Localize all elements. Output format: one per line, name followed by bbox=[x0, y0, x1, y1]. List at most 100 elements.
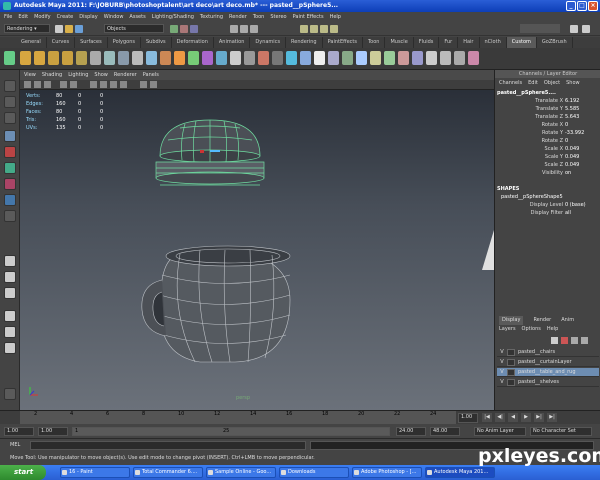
playback-end-field[interactable]: 24.00 bbox=[396, 427, 426, 436]
layout-hypershade-icon[interactable] bbox=[4, 342, 16, 354]
range-bar[interactable]: 1 25 bbox=[72, 427, 390, 436]
end-time-field[interactable]: 48.00 bbox=[430, 427, 460, 436]
attribute-value[interactable]: 0.049 bbox=[565, 162, 599, 169]
shelf-tab[interactable]: Hair bbox=[458, 37, 480, 48]
shelf-tool-icon-29[interactable] bbox=[412, 51, 423, 65]
toolbox-collapse-icon[interactable] bbox=[4, 388, 16, 400]
menu-item[interactable]: Modify bbox=[34, 12, 51, 22]
shelf-tool-icon-17[interactable] bbox=[244, 51, 255, 65]
shelf-tool-icon-18[interactable] bbox=[258, 51, 269, 65]
channel-attribute-row[interactable]: Visibility on bbox=[495, 170, 599, 177]
shelf-tool-icon-15[interactable] bbox=[216, 51, 227, 65]
layer-tab[interactable]: Render bbox=[533, 316, 551, 325]
shelf-tool-icon-8[interactable] bbox=[118, 51, 129, 65]
shelf-tool-icon-12[interactable] bbox=[174, 51, 185, 65]
menu-item[interactable]: Create bbox=[57, 12, 74, 22]
channel-attribute-row[interactable]: Translate X 6.192 bbox=[495, 98, 599, 105]
soft-mod-icon[interactable] bbox=[4, 194, 16, 206]
shape-node-name[interactable]: pasted__pSphereShape5 bbox=[501, 194, 563, 200]
channel-box-icon[interactable] bbox=[582, 25, 590, 33]
shelf-tool-icon-3[interactable] bbox=[48, 51, 59, 65]
menu-item[interactable]: Paint Effects bbox=[293, 12, 324, 22]
mel-label[interactable]: MEL bbox=[10, 442, 20, 448]
shelf-tool-icon-20[interactable] bbox=[286, 51, 297, 65]
scale-tool-icon[interactable] bbox=[4, 162, 16, 174]
channel-attribute-row[interactable]: Translate Z 5.643 bbox=[495, 114, 599, 121]
attribute-editor-icon[interactable] bbox=[570, 25, 578, 33]
layer-row[interactable]: Vpasted__chairs bbox=[497, 348, 599, 357]
layout-two-icon[interactable] bbox=[4, 287, 16, 299]
render-current-icon[interactable] bbox=[310, 25, 318, 33]
layer-color-swatch[interactable] bbox=[507, 349, 515, 356]
show-manip-icon[interactable] bbox=[4, 210, 16, 222]
rotate-tool-icon[interactable] bbox=[4, 146, 16, 158]
layer-row[interactable]: Vpasted__curtainLayer bbox=[497, 358, 599, 367]
shelf-tool-icon-7[interactable] bbox=[104, 51, 115, 65]
attribute-value[interactable]: -33.992 bbox=[565, 130, 599, 137]
render-view-icon[interactable] bbox=[300, 25, 308, 33]
menu-item[interactable]: Render bbox=[229, 12, 247, 22]
shelf-tab[interactable]: Fluids bbox=[414, 37, 440, 48]
layer-menu-item[interactable]: Help bbox=[547, 325, 558, 334]
anim-layer-dropdown[interactable]: No Anim Layer bbox=[474, 427, 526, 436]
shelf-tool-icon-21[interactable] bbox=[300, 51, 311, 65]
render-settings-icon[interactable] bbox=[330, 25, 338, 33]
layout-four-icon[interactable] bbox=[4, 271, 16, 283]
layer-menu-item[interactable]: Layers bbox=[499, 325, 516, 334]
maximize-button[interactable]: □ bbox=[577, 1, 587, 11]
shelf-tool-icon-19[interactable] bbox=[272, 51, 283, 65]
menu-item[interactable]: Lighting/Shading bbox=[152, 12, 194, 22]
layout-outliner-icon[interactable] bbox=[4, 310, 16, 322]
channel-attribute-row[interactable]: Rotate Z0 bbox=[495, 138, 599, 145]
layer-visibility-toggle[interactable]: V bbox=[497, 348, 507, 356]
objects-field[interactable]: Objects bbox=[104, 24, 164, 33]
attribute-value[interactable]: 0.049 bbox=[565, 146, 599, 153]
shelf-tool-icon-5[interactable] bbox=[76, 51, 87, 65]
shelf-tool-icon-22[interactable] bbox=[314, 51, 325, 65]
paint-select-icon[interactable] bbox=[4, 112, 16, 124]
select-component-icon[interactable] bbox=[190, 25, 198, 33]
menu-item[interactable]: Assets bbox=[129, 12, 145, 22]
layer-row[interactable]: Vpasted__shelves bbox=[497, 378, 599, 387]
playback-button[interactable]: |◀ bbox=[482, 413, 492, 422]
taskbar-item[interactable]: 16 - Paint bbox=[60, 467, 130, 478]
shelf-tool-icon-4[interactable] bbox=[62, 51, 73, 65]
layer-tab[interactable]: Anim bbox=[561, 316, 574, 325]
shelf-tab[interactable]: General bbox=[16, 37, 47, 48]
menu-item[interactable]: Texturing bbox=[200, 12, 223, 22]
selected-object-name[interactable]: pasted__pSphere5.... bbox=[497, 90, 556, 96]
minimize-button[interactable]: _ bbox=[566, 1, 576, 11]
shelf-tool-icon-2[interactable] bbox=[34, 51, 45, 65]
shelf-tab[interactable]: Surfaces bbox=[75, 37, 108, 48]
layer-visibility-toggle[interactable]: V bbox=[497, 358, 507, 366]
shelf-tab[interactable]: Toon bbox=[363, 37, 386, 48]
taskbar-item[interactable]: Total Commander 6.... bbox=[133, 467, 203, 478]
shelf-tool-icon-14[interactable] bbox=[202, 51, 213, 65]
current-time-field[interactable]: 1.00 bbox=[458, 413, 478, 423]
shelf-tool-icon-6[interactable] bbox=[90, 51, 101, 65]
attribute-value[interactable]: 0 bbox=[565, 138, 599, 145]
shelf-tab[interactable]: Custom bbox=[506, 37, 537, 48]
mel-input[interactable] bbox=[30, 441, 306, 450]
snap-grid-icon[interactable] bbox=[230, 25, 238, 33]
shelf-tab[interactable]: Dynamics bbox=[250, 37, 287, 48]
shelf-tool-icon-26[interactable] bbox=[370, 51, 381, 65]
menu-item[interactable]: File bbox=[4, 12, 12, 22]
shelf-tab[interactable]: Subdivs bbox=[141, 37, 172, 48]
close-button[interactable]: × bbox=[588, 1, 598, 11]
playback-button[interactable]: ▶| bbox=[534, 413, 544, 422]
layer-menu-item[interactable]: Options bbox=[522, 325, 541, 334]
shelf-tab[interactable]: nCloth bbox=[480, 37, 507, 48]
shelf-tool-icon-11[interactable] bbox=[160, 51, 171, 65]
shelf-tool-icon-10[interactable] bbox=[146, 51, 157, 65]
attribute-value[interactable]: 6.192 bbox=[565, 98, 599, 105]
save-scene-icon[interactable] bbox=[75, 25, 83, 33]
channel-box-menu-item[interactable]: Object bbox=[544, 78, 560, 88]
taskbar-item[interactable]: Adobe Photoshop - [... bbox=[352, 467, 422, 478]
time-slider-track[interactable]: 2 4 6 8 10 12 14 16 18 20 22 24 bbox=[20, 411, 456, 425]
taskbar-item[interactable]: Sample Online - Goo... bbox=[206, 467, 276, 478]
universal-manip-icon[interactable] bbox=[4, 178, 16, 190]
snap-curve-icon[interactable] bbox=[240, 25, 248, 33]
shelf-tab[interactable]: Rendering bbox=[286, 37, 323, 48]
shelf-tab[interactable]: Polygons bbox=[108, 37, 141, 48]
